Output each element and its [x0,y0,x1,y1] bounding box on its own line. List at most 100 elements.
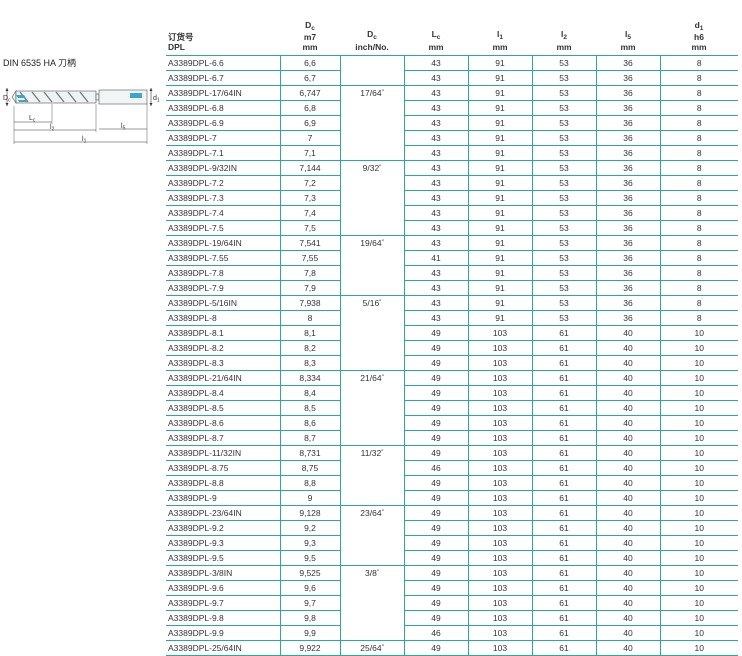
table-row: A3389DPL-8.1 8,1 49 103 61 40 10 [166,325,738,341]
cell-l5: 36 [596,145,661,161]
cell-l5: 40 [596,535,661,551]
cell-dc: 7,4 [280,205,341,221]
cell-inch [340,100,405,115]
cell-dc: 9,9 [280,625,341,641]
cell-order: A3389DPL-9.2 [166,520,281,536]
cell-l1: 91 [468,145,533,161]
table-row: A3389DPL-9/32IN 7,144 9/32″ 43 91 53 36 8 [166,160,738,176]
cell-l5: 40 [596,610,661,626]
cell-l1: 91 [468,130,533,146]
table-row: A3389DPL-19/64IN 7,541 19/64″ 43 91 53 36 8 [166,235,738,251]
cell-l1: 103 [468,505,533,521]
cell-order: A3389DPL-9.8 [166,610,281,626]
header-dc-inch: Dc inch/No. [355,29,389,52]
table-row: A3389DPL-8.3 8,3 49 103 61 40 10 [166,355,738,371]
cell-l1: 91 [468,55,533,71]
cell-d1: 10 [660,475,738,491]
cell-l1: 103 [468,445,533,461]
cell-l2: 53 [532,70,597,86]
cell-l1: 91 [468,205,533,221]
cell-order: A3389DPL-8.2 [166,340,281,356]
cell-lc: 49 [404,340,469,356]
drill-spec-table: 订货号 DPL Dc m7 mm Dc inch/No. Lc mm l1 mm l… [166,12,738,656]
cell-d1: 10 [660,460,738,476]
cell-lc: 43 [404,220,469,236]
table-row: A3389DPL-8.2 8,2 49 103 61 40 10 [166,340,738,356]
cell-l2: 53 [532,280,597,296]
cell-l2: 53 [532,190,597,206]
table-row: A3389DPL-23/64IN 9,128 23/64″ 49 103 61 40 10 [166,505,738,521]
table-body: A3389DPL-6.6 6,6 43 91 53 36 8 A3389DPL-6.7 6,7 4… [166,55,738,656]
cell-l2: 61 [532,640,597,656]
cell-lc: 49 [404,445,469,461]
table-row: A3389DPL-6.7 6,7 43 91 53 36 8 [166,70,738,86]
cell-d1: 10 [660,385,738,401]
cell-l5: 36 [596,310,661,326]
table-row: A3389DPL-7.2 7,2 43 91 53 36 8 [166,175,738,191]
cell-l5: 40 [596,595,661,611]
cell-order: A3389DPL-7.4 [166,205,281,221]
cell-lc: 49 [404,550,469,566]
cell-l5: 40 [596,445,661,461]
cell-l2: 53 [532,145,597,161]
cell-dc: 8,4 [280,385,341,401]
cell-order: A3389DPL-8.4 [166,385,281,401]
cell-lc: 46 [404,625,469,641]
header-order-no: 订货号 DPL [168,32,194,52]
cell-dc: 7 [280,130,341,146]
cell-l1: 103 [468,460,533,476]
cell-order: A3389DPL-8.75 [166,460,281,476]
cell-order: A3389DPL-6.7 [166,70,281,86]
cell-lc: 49 [404,430,469,446]
cell-lc: 43 [404,235,469,251]
cell-d1: 8 [660,280,738,296]
cell-l5: 40 [596,325,661,341]
cell-d1: 8 [660,55,738,71]
cell-l1: 103 [468,610,533,626]
cell-l2: 53 [532,160,597,176]
cell-inch [340,595,405,610]
cell-d1: 10 [660,415,738,431]
cell-inch [340,625,405,641]
cell-lc: 46 [404,460,469,476]
cell-l2: 53 [532,220,597,236]
cell-l5: 40 [596,400,661,416]
cell-order: A3389DPL-6.9 [166,115,281,131]
cell-d1: 8 [660,160,738,176]
cell-order: A3389DPL-3/8IN [166,565,281,581]
cell-dc: 6,9 [280,115,341,131]
cell-d1: 10 [660,340,738,356]
d1-dim-label: d1 [153,95,160,104]
cell-order: A3389DPL-7.5 [166,220,281,236]
table-row: A3389DPL-3/8IN 9,525 3/8″ 49 103 61 40 10 [166,565,738,581]
cell-inch: 23/64″ [340,505,405,520]
table-row: A3389DPL-9.9 9,9 46 103 61 40 10 [166,625,738,641]
cell-inch [340,460,405,475]
cell-l5: 40 [596,385,661,401]
cell-dc: 9,922 [280,640,341,656]
cell-inch [340,355,405,371]
cell-inch [340,400,405,415]
cell-order: A3389DPL-6.6 [166,55,281,71]
header-l1: l1 mm [492,29,508,52]
cell-l5: 36 [596,55,661,71]
cell-order: A3389DPL-9.9 [166,625,281,641]
cell-order: A3389DPL-8.5 [166,400,281,416]
cell-dc: 8,6 [280,415,341,431]
cell-inch: 9/32″ [340,160,405,175]
table-header-row: 订货号 DPL Dc m7 mm Dc inch/No. Lc mm l1 mm l… [166,12,738,55]
table-row: A3389DPL-25/64IN 9,922 25/64″ 49 103 61 40 10 [166,640,738,656]
cell-dc: 9,5 [280,550,341,566]
cell-order: A3389DPL-8.3 [166,355,281,371]
cell-l1: 103 [468,385,533,401]
cell-order: A3389DPL-7.1 [166,145,281,161]
cell-l5: 36 [596,295,661,311]
cell-inch [340,415,405,430]
cell-dc: 8,731 [280,445,341,461]
cell-l5: 40 [596,490,661,506]
cell-d1: 8 [660,205,738,221]
cell-dc: 8 [280,310,341,326]
cell-lc: 43 [404,310,469,326]
cell-l2: 61 [532,610,597,626]
cell-l1: 103 [468,400,533,416]
